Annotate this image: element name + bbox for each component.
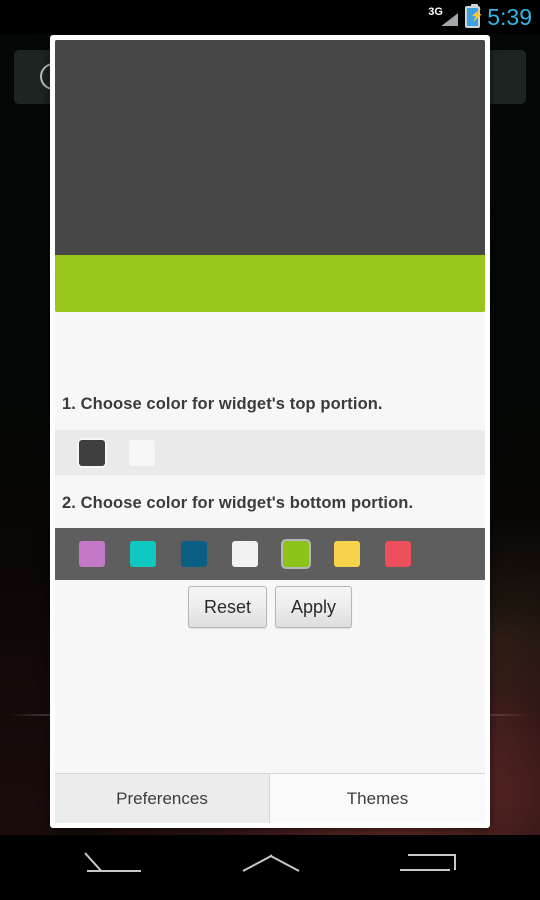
reset-button[interactable]: Reset	[187, 586, 267, 628]
top-portion-label: 1. Choose color for widget's top portion…	[62, 395, 383, 413]
tab-themes[interactable]: Themes	[270, 774, 485, 823]
widget-preview-top	[55, 40, 485, 255]
widget-preview-bottom	[55, 255, 485, 312]
top-portion-swatch-strip	[55, 430, 485, 475]
network-type-label: 3G	[428, 6, 443, 18]
signal-bars-icon: 3G	[428, 6, 459, 28]
home-chevron-icon[interactable]	[242, 854, 300, 876]
dialog-tab-bar: Preferences Themes	[55, 773, 485, 823]
dialog-button-row: Reset Apply	[55, 586, 485, 628]
bottom-portion-swatch-strip	[55, 528, 485, 580]
recents-icon[interactable]	[400, 854, 456, 878]
status-bar-right-cluster: 3G ⚡ 5:39	[428, 0, 532, 34]
theme-settings-dialog: 1. Choose color for widget's top portion…	[50, 35, 490, 828]
signal-strength-bars	[441, 13, 459, 26]
status-bar-clock: 5:39	[487, 3, 532, 30]
back-arrow-icon[interactable]	[84, 852, 141, 878]
swatch-dark-blue[interactable]	[181, 541, 207, 567]
top-portion-swatch-row	[55, 430, 485, 475]
swatch-red[interactable]	[385, 541, 411, 567]
battery-bolt-glyph: ⚡	[470, 10, 484, 22]
swatch-purple[interactable]	[79, 541, 105, 567]
android-navigation-bar	[0, 835, 540, 900]
apply-button[interactable]: Apply	[275, 586, 353, 628]
tab-preferences[interactable]: Preferences	[55, 774, 270, 823]
widget-preview	[55, 40, 485, 312]
status-bar: 3G ⚡ 5:39	[0, 0, 540, 34]
bottom-portion-label: 2. Choose color for widget's bottom port…	[62, 494, 414, 512]
dialog-body: 1. Choose color for widget's top portion…	[55, 40, 485, 773]
swatch-lime-green[interactable]	[283, 541, 309, 567]
bottom-portion-swatch-row	[55, 528, 485, 580]
swatch-teal[interactable]	[130, 541, 156, 567]
swatch-yellow[interactable]	[334, 541, 360, 567]
swatch-dark-gray[interactable]	[79, 439, 105, 466]
swatch-white[interactable]	[232, 541, 258, 567]
battery-charging-icon: ⚡	[465, 4, 484, 28]
swatch-white[interactable]	[129, 439, 155, 466]
